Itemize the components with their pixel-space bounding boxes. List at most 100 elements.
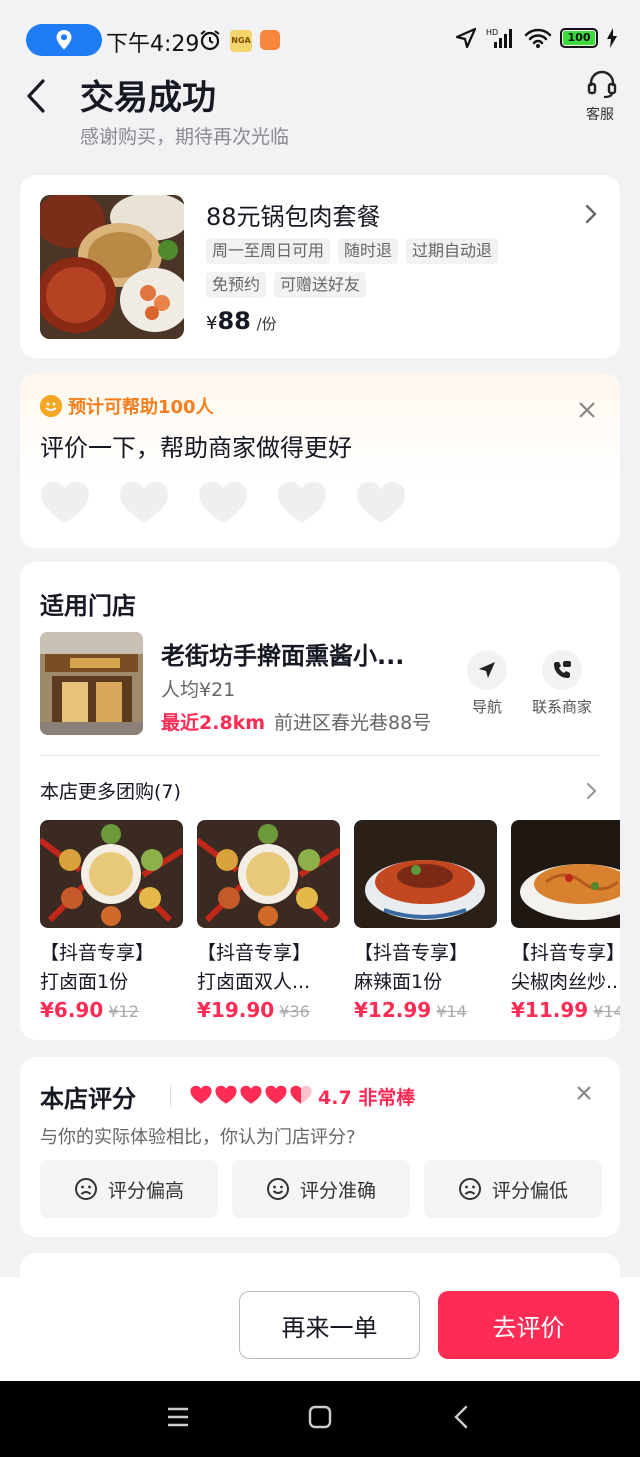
headset-icon <box>587 70 617 99</box>
sad-face-icon <box>74 1178 97 1200</box>
shop-rating-score: 4.7 非常棒 <box>318 1087 416 1109</box>
navigate-icon-circle <box>467 650 507 690</box>
deal-item[interactable]: 【抖音专享】 尖椒肉丝炒... ¥11.99 ¥14 <box>511 820 620 1022</box>
rating-options: 评分偏高 评分准确 评分偏低 <box>40 1160 602 1218</box>
nga-app-icon: NGA <box>230 30 252 52</box>
chevron-right-icon[interactable] <box>586 782 598 800</box>
menu-icon[interactable] <box>166 1405 190 1429</box>
heart-rating-icon[interactable] <box>119 481 169 525</box>
charging-icon <box>607 28 617 48</box>
deal-item[interactable]: 【抖音专享】 打卤面双人... ¥19.90 ¥36 <box>197 820 340 1022</box>
bottom-action-bar: 再来一单 去评价 <box>0 1277 640 1381</box>
store-image[interactable] <box>40 632 143 735</box>
location-arrow-icon <box>455 27 477 49</box>
deal-price: ¥19.90 ¥36 <box>197 998 340 1022</box>
deal-current-price: ¥11.99 <box>511 998 589 1022</box>
product-tags: 周一至周日可用 随时退 过期自动退 免预约 可赠送好友 <box>206 238 536 298</box>
sad-face-icon <box>458 1178 481 1200</box>
rating-option-label: 评分偏高 <box>107 1179 184 1202</box>
deal-tag: 【抖音专享】 <box>40 942 155 964</box>
deal-item[interactable]: 【抖音专享】 打卤面1份 ¥6.90 ¥12 <box>40 820 183 1022</box>
page-title: 交易成功 <box>80 78 216 118</box>
product-card[interactable]: 88元锅包肉套餐 周一至周日可用 随时退 过期自动退 免预约 可赠送好友 ¥88… <box>20 175 620 358</box>
deal-original-price: ¥36 <box>279 1002 310 1021</box>
deal-name: 打卤面1份 <box>40 971 129 993</box>
shop-rating-card: 本店评分 4.7 非常棒 与你的实际体验相比，你认为门店评分? 评分偏高 评分准… <box>20 1057 620 1237</box>
deal-original-price: ¥14 <box>436 1002 467 1021</box>
heart-rating-icon[interactable] <box>277 481 327 525</box>
deal-price: ¥11.99 ¥14 <box>511 998 620 1022</box>
rating-accurate-button[interactable]: 评分准确 <box>232 1160 410 1218</box>
phone-icon <box>554 661 571 678</box>
navigate-button[interactable]: 导航 <box>467 650 507 717</box>
heart-rating-icon[interactable] <box>356 481 406 525</box>
contact-icon-circle <box>542 650 582 690</box>
close-icon[interactable] <box>578 401 596 419</box>
system-nav-bar <box>0 1381 640 1457</box>
deal-name: 打卤面双人... <box>197 971 311 993</box>
alarm-icon <box>200 30 220 51</box>
status-time: 下午4:29 <box>106 32 200 57</box>
price-value: 88 <box>217 307 251 335</box>
smile-icon <box>40 395 62 417</box>
navigate-label: 导航 <box>471 698 502 716</box>
heart-rating-icon[interactable] <box>198 481 248 525</box>
heart-half-icon <box>290 1085 312 1104</box>
order-again-button[interactable]: 再来一单 <box>239 1291 420 1359</box>
wifi-icon <box>524 28 552 48</box>
close-icon[interactable] <box>576 1085 592 1101</box>
battery-level: 100 <box>563 31 595 45</box>
heart-rating <box>40 481 406 525</box>
back-arrow-icon[interactable] <box>24 78 48 114</box>
status-right: HD 100 <box>454 26 618 50</box>
deal-name: 尖椒肉丝炒... <box>511 971 620 993</box>
deal-price: ¥12.99 ¥14 <box>354 998 497 1022</box>
product-tag: 周一至周日可用 <box>206 238 331 264</box>
location-icon <box>56 30 72 50</box>
product-tag: 过期自动退 <box>406 238 499 264</box>
product-price: ¥88 /份 <box>206 307 277 335</box>
deal-item[interactable]: 【抖音专享】 麻辣面1份 ¥12.99 ¥14 <box>354 820 497 1022</box>
service-label: 客服 <box>586 107 614 123</box>
contact-merchant-button[interactable]: 联系商家 <box>528 650 596 717</box>
rating-hearts <box>190 1085 312 1105</box>
divider <box>170 1085 171 1107</box>
deal-image <box>197 820 340 928</box>
deal-tag: 【抖音专享】 <box>511 942 620 964</box>
deal-original-price: ¥14 <box>593 1002 620 1021</box>
svg-text:HD: HD <box>486 28 498 37</box>
store-name[interactable]: 老街坊手擀面熏酱小... <box>161 636 404 671</box>
review-prompt-title: 评价一下，帮助商家做得更好 <box>40 434 352 462</box>
rating-too-low-button[interactable]: 评分偏低 <box>424 1160 602 1218</box>
heart-icon <box>190 1085 212 1104</box>
product-tag: 随时退 <box>338 238 399 264</box>
deal-current-price: ¥19.90 <box>197 998 275 1022</box>
chevron-right-icon <box>585 204 597 224</box>
rating-option-label: 评分偏低 <box>491 1179 568 1202</box>
deal-image <box>354 820 497 928</box>
deal-image <box>511 820 620 928</box>
deal-original-price: ¥12 <box>108 1002 139 1021</box>
help-count: 预计可帮助100人 <box>40 393 214 419</box>
customer-service-button[interactable]: 客服 <box>584 70 620 124</box>
shop-rating-question: 与你的实际体验相比，你认为门店评分? <box>40 1127 356 1148</box>
rating-too-high-button[interactable]: 评分偏高 <box>40 1160 218 1218</box>
back-icon[interactable] <box>452 1405 472 1429</box>
divider <box>40 755 600 756</box>
product-tag: 免预约 <box>206 272 267 298</box>
write-review-button[interactable]: 去评价 <box>438 1291 619 1359</box>
product-image <box>40 195 184 339</box>
location-pill[interactable] <box>26 24 102 56</box>
deal-name: 麻辣面1份 <box>354 971 443 993</box>
more-deals-title[interactable]: 本店更多团购(7) <box>40 777 181 804</box>
store-card: 适用门店 老街坊手擀面熏酱小... 人均¥21 最近2.8km 前进区春光巷88… <box>20 562 620 1040</box>
product-tag: 可赠送好友 <box>274 272 367 298</box>
contact-label: 联系商家 <box>531 698 592 716</box>
price-currency: ¥ <box>206 313 218 334</box>
status-bar: 下午4:29 NGA HD 100 <box>0 0 640 80</box>
heart-rating-icon[interactable] <box>40 481 90 525</box>
home-icon[interactable] <box>308 1405 332 1429</box>
store-avg-price: 人均¥21 <box>161 679 236 701</box>
shop-rating-title: 本店评分 <box>40 1085 136 1113</box>
product-name: 88元锅包肉套餐 <box>206 203 381 231</box>
